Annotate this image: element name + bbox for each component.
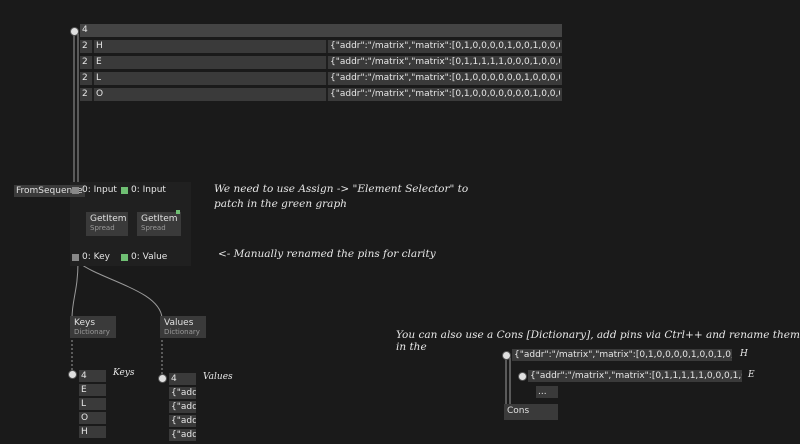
list-item[interactable]: {"addr (169, 429, 196, 441)
row-key: E (96, 57, 102, 67)
values-list-label: Values (203, 372, 233, 382)
getitem-title: GetItem (141, 214, 178, 224)
keys-list-label: Keys (113, 368, 135, 378)
row-key: H (96, 41, 103, 51)
row-key: O (96, 89, 104, 99)
table-row[interactable]: 2 L {"addr":"/matrix","matrix":[0,1,0,0,… (80, 72, 562, 85)
list-item[interactable]: {"addr (169, 401, 196, 413)
sheet-input-pin[interactable] (70, 27, 79, 36)
row-value: {"addr":"/matrix","matrix":[0,1,1,1,1,1,… (330, 57, 560, 67)
keys-list-pin[interactable] (68, 370, 77, 379)
table-header-row: 4 (80, 24, 562, 37)
getitem-title: GetItem (90, 214, 127, 224)
cons-node[interactable]: Cons (504, 404, 558, 420)
cons-e-pin[interactable] (518, 372, 527, 381)
values-list: 4 {"addr {"addr {"addr {"addr (169, 373, 196, 443)
table-row[interactable]: 2 H {"addr":"/matrix","matrix":[0,1,0,0,… (80, 40, 562, 53)
cons-h-value[interactable]: {"addr":"/matrix","matrix":[0,1,0,0,0,0,… (512, 349, 732, 361)
row-count: 2 (82, 41, 88, 51)
keys-list: 4 E L O H (79, 370, 106, 440)
cons-more-pins[interactable]: ... (536, 386, 558, 398)
row-value: {"addr":"/matrix","matrix":[0,1,0,0,0,0,… (330, 89, 560, 99)
getitem-node-key[interactable]: GetItem Spread (86, 212, 128, 236)
note-renamed: <- Manually renamed the pins for clarity (218, 248, 436, 260)
input-pin-key[interactable] (72, 187, 79, 194)
note-assign: We need to use Assign -> "Element Select… (214, 183, 469, 195)
input-key-label: 0: Input (82, 185, 117, 195)
list-item[interactable]: {"addr (169, 387, 196, 399)
row-key: L (96, 73, 102, 83)
list-item[interactable]: H (79, 426, 106, 438)
row-count: 2 (82, 57, 88, 67)
output-pin-key[interactable] (72, 254, 79, 261)
row-value: {"addr":"/matrix","matrix":[0,1,0,0,0,0,… (330, 41, 560, 51)
values-node-title: Values (164, 318, 194, 328)
table-count: 4 (82, 25, 88, 35)
list-item[interactable]: 4 (169, 373, 196, 385)
output-pin-value[interactable] (121, 254, 128, 261)
values-node-subtitle: Dictionary (164, 328, 200, 336)
input-pin-value[interactable] (121, 187, 128, 194)
values-node[interactable]: Values Dictionary (160, 316, 206, 338)
cons-h-label: H (740, 349, 748, 359)
getitem-pin[interactable] (176, 210, 180, 214)
list-item[interactable]: L (79, 398, 106, 410)
output-key-label: 0: Key (82, 252, 110, 262)
cons-h-pin[interactable] (502, 351, 511, 360)
list-item[interactable]: {"addr (169, 415, 196, 427)
keys-node[interactable]: Keys Dictionary (70, 316, 116, 338)
row-count: 2 (82, 89, 88, 99)
row-count: 2 (82, 73, 88, 83)
list-item[interactable]: 4 (79, 370, 106, 382)
keys-node-subtitle: Dictionary (74, 328, 110, 336)
table-row[interactable]: 2 E {"addr":"/matrix","matrix":[0,1,1,1,… (80, 56, 562, 69)
list-item[interactable]: O (79, 412, 106, 424)
getitem-subtitle: Spread (141, 224, 166, 232)
table-row[interactable]: 2 O {"addr":"/matrix","matrix":[0,1,0,0,… (80, 88, 562, 101)
note-assign-2: patch in the green graph (214, 198, 347, 210)
dictionary-table: 4 2 H {"addr":"/matrix","matrix":[0,1,0,… (80, 24, 562, 104)
output-value-label: 0: Value (131, 252, 168, 262)
row-value: {"addr":"/matrix","matrix":[0,1,0,0,0,0,… (330, 73, 560, 83)
values-list-pin[interactable] (158, 374, 167, 383)
cons-e-value[interactable]: {"addr":"/matrix","matrix":[0,1,1,1,1,1,… (528, 370, 742, 382)
keys-node-title: Keys (74, 318, 96, 328)
getitem-node-value[interactable]: GetItem Spread (137, 212, 181, 236)
list-item[interactable]: E (79, 384, 106, 396)
input-value-label: 0: Input (131, 185, 166, 195)
getitem-subtitle: Spread (90, 224, 115, 232)
cons-e-label: E (748, 370, 755, 380)
